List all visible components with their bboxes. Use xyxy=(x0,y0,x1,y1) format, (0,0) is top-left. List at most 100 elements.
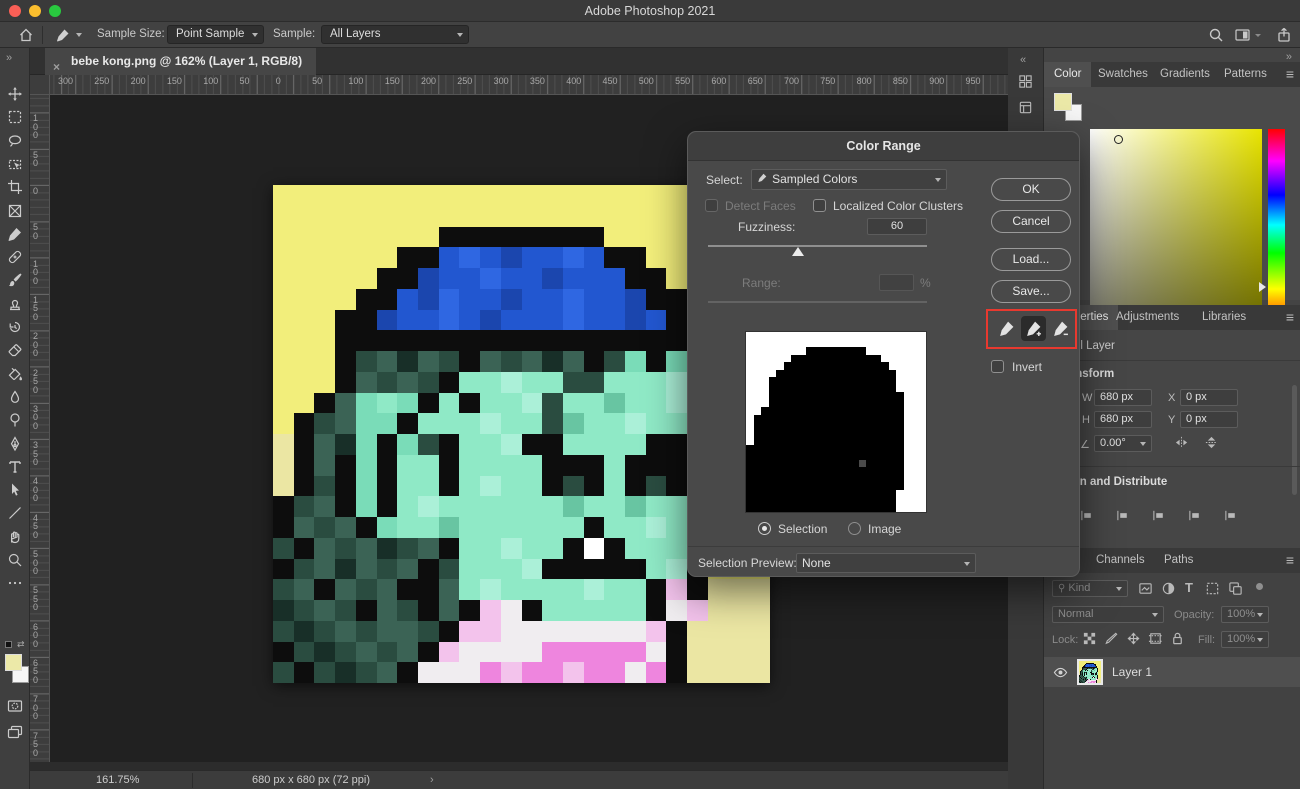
foreground-color-swatch[interactable] xyxy=(1054,93,1072,111)
line-tool-icon[interactable] xyxy=(7,505,23,521)
width-field[interactable]: 680 px xyxy=(1094,389,1152,406)
home-icon[interactable] xyxy=(18,27,34,43)
layer-name[interactable]: Layer 1 xyxy=(1112,665,1152,679)
flip-vertical-icon[interactable] xyxy=(1204,435,1219,450)
lock-artboard-icon[interactable] xyxy=(1148,631,1163,646)
align-left-icon[interactable] xyxy=(1080,508,1095,523)
clone-stamp-tool-icon[interactable] xyxy=(7,296,23,312)
layer-thumbnail[interactable] xyxy=(1077,659,1103,685)
tab-patterns[interactable]: Patterns xyxy=(1214,62,1277,87)
collapsed-panel-icon[interactable] xyxy=(1018,100,1033,115)
lock-image-icon[interactable] xyxy=(1104,631,1119,646)
eyedropper-tool-preset-icon[interactable] xyxy=(55,27,71,43)
eraser-tool-icon[interactable] xyxy=(7,342,23,358)
pen-tool-icon[interactable] xyxy=(7,435,23,452)
marquee-tool-icon[interactable] xyxy=(7,109,23,125)
opacity-field[interactable]: 100% xyxy=(1221,606,1269,623)
detect-faces-checkbox[interactable] xyxy=(705,199,718,212)
tab-gradients[interactable]: Gradients xyxy=(1150,62,1220,87)
select-dropdown[interactable]: Sampled Colors xyxy=(751,169,947,190)
chevron-down-icon[interactable] xyxy=(1255,34,1261,37)
workspace-switcher-icon[interactable] xyxy=(1234,27,1251,43)
flip-horizontal-icon[interactable] xyxy=(1174,435,1189,450)
panel-menu-icon[interactable]: ≡ xyxy=(1286,66,1294,82)
hand-tool-icon[interactable] xyxy=(7,529,23,545)
document-tab[interactable]: × bebe kong.png @ 162% (Layer 1, RGB/8) xyxy=(45,48,317,75)
y-field[interactable]: 0 px xyxy=(1180,411,1238,428)
collapse-panel-icon[interactable]: » xyxy=(6,52,12,64)
sample-size-dropdown[interactable]: Point Sample xyxy=(167,25,264,44)
rotation-field[interactable]: 0.00° xyxy=(1094,435,1152,452)
quick-mask-icon[interactable] xyxy=(7,698,23,714)
invert-checkbox[interactable] xyxy=(991,360,1004,373)
lock-transparency-icon[interactable] xyxy=(1082,631,1097,646)
sample-dropdown[interactable]: All Layers xyxy=(321,25,469,44)
brush-tool-icon[interactable] xyxy=(7,272,23,288)
fuzziness-slider-thumb[interactable] xyxy=(792,247,804,256)
filter-adjustment-layers-icon[interactable] xyxy=(1161,581,1176,596)
dodge-tool-icon[interactable] xyxy=(7,412,23,428)
panel-menu-icon[interactable]: ≡ xyxy=(1286,309,1294,325)
collapsed-panel-icon[interactable] xyxy=(1018,74,1033,89)
distribute-top-icon[interactable] xyxy=(1224,508,1239,523)
x-field[interactable]: 0 px xyxy=(1180,389,1238,406)
chevron-down-icon[interactable] xyxy=(76,33,82,37)
fuzziness-slider-track[interactable] xyxy=(708,245,927,247)
localized-clusters-checkbox[interactable] xyxy=(813,199,826,212)
layer-filter-dropdown[interactable]: ⚲ Kind xyxy=(1052,580,1128,597)
horizontal-scrollbar[interactable] xyxy=(30,762,1008,770)
saturation-brightness-field[interactable] xyxy=(1090,129,1262,329)
default-colors-icon[interactable] xyxy=(5,641,12,648)
zoom-tool-icon[interactable] xyxy=(7,552,23,568)
zoom-level[interactable]: 161.75% xyxy=(96,774,139,786)
fuzziness-field[interactable]: 60 xyxy=(867,218,927,235)
lock-all-icon[interactable] xyxy=(1170,631,1185,646)
dialog-title[interactable]: Color Range xyxy=(688,132,1079,161)
lasso-tool-icon[interactable] xyxy=(7,133,23,149)
frame-tool-icon[interactable] xyxy=(7,203,23,219)
blur-tool-icon[interactable] xyxy=(7,389,23,405)
expand-dock-icon[interactable]: » xyxy=(1020,54,1026,66)
filter-type-layers-icon[interactable]: T xyxy=(1185,580,1193,595)
layer-visibility-eye-icon[interactable] xyxy=(1053,665,1068,680)
ok-button[interactable]: OK xyxy=(991,178,1071,201)
edit-toolbar-ellipsis-icon[interactable] xyxy=(7,575,23,591)
tab-paths[interactable]: Paths xyxy=(1154,548,1203,573)
distribute-left-icon[interactable] xyxy=(1188,508,1203,523)
load-button[interactable]: Load... xyxy=(991,248,1071,271)
document-info[interactable]: 680 px x 680 px (72 ppi) xyxy=(252,774,370,786)
cancel-button[interactable]: Cancel xyxy=(991,210,1071,233)
fill-field[interactable]: 100% xyxy=(1221,631,1269,648)
type-tool-icon[interactable] xyxy=(7,459,23,475)
paint-bucket-tool-icon[interactable] xyxy=(7,366,23,382)
filter-smart-objects-icon[interactable] xyxy=(1228,581,1243,596)
save-button[interactable]: Save... xyxy=(991,280,1071,303)
tab-libraries[interactable]: Libraries xyxy=(1192,305,1256,330)
align-center-icon[interactable] xyxy=(1116,508,1131,523)
panel-scrollbar[interactable] xyxy=(1292,385,1297,495)
lock-position-icon[interactable] xyxy=(1126,631,1141,646)
move-tool-icon[interactable] xyxy=(7,86,23,102)
screen-mode-icon[interactable] xyxy=(7,724,23,740)
horizontal-ruler[interactable]: 300 250 200 150 100 50 0 50 100 150 200 250 300 350 40… xyxy=(50,75,1008,95)
share-icon[interactable] xyxy=(1276,26,1292,43)
tab-swatches[interactable]: Swatches xyxy=(1088,62,1158,87)
selection-preview-dropdown[interactable]: None xyxy=(796,553,976,573)
height-field[interactable]: 680 px xyxy=(1094,411,1152,428)
swap-colors-icon[interactable]: ⇄ xyxy=(17,639,25,650)
foreground-color-swatch[interactable] xyxy=(5,654,22,671)
healing-brush-tool-icon[interactable] xyxy=(7,249,23,265)
hue-slider-marker[interactable] xyxy=(1259,282,1266,292)
filter-toggle-icon[interactable] xyxy=(1256,583,1263,590)
image-radio[interactable] xyxy=(848,522,861,535)
crop-tool-icon[interactable] xyxy=(7,179,23,195)
status-chevron-icon[interactable]: › xyxy=(430,774,434,786)
panel-menu-icon[interactable]: ≡ xyxy=(1286,552,1294,568)
ruler-corner[interactable] xyxy=(30,75,50,95)
search-icon[interactable] xyxy=(1208,27,1224,43)
history-brush-tool-icon[interactable] xyxy=(7,319,23,335)
hue-slider[interactable] xyxy=(1268,129,1285,329)
filter-shape-layers-icon[interactable] xyxy=(1205,581,1220,596)
blend-mode-dropdown[interactable]: Normal xyxy=(1052,606,1164,623)
color-picker-indicator[interactable] xyxy=(1114,135,1123,144)
